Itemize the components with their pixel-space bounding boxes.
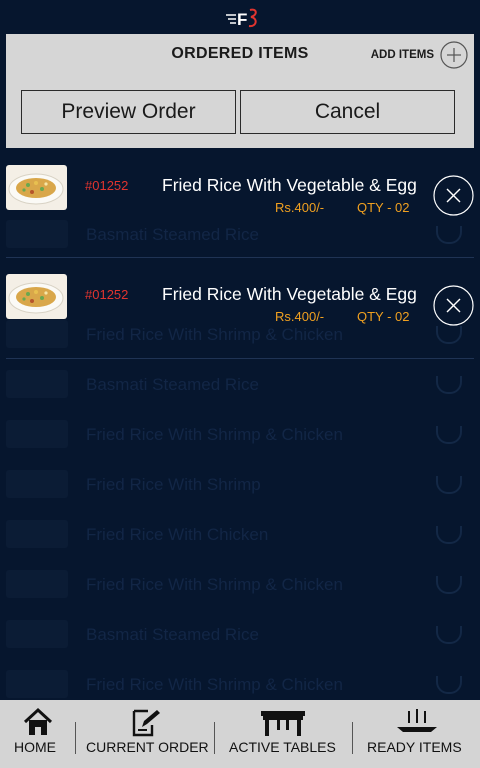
list-item-name: Basmati Steamed Rice bbox=[86, 625, 259, 644]
svg-text:F: F bbox=[237, 10, 247, 29]
ordered-item-row: #01252 Fried Rice With Vegetable & Egg R… bbox=[0, 160, 480, 260]
nav-ready-items-label: READY ITEMS bbox=[367, 739, 462, 755]
list-item-name: Fried Rice With Shrimp bbox=[86, 475, 261, 494]
nav-active-tables-label: ACTIVE TABLES bbox=[229, 739, 336, 755]
plus-circle-icon bbox=[440, 41, 468, 69]
app-logo: F bbox=[226, 8, 257, 29]
edit-order-icon bbox=[132, 709, 160, 737]
item-name: Fried Rice With Vegetable & Egg bbox=[162, 175, 417, 195]
list-item: Fried Rice With Shrimp & Chicken bbox=[0, 560, 480, 610]
dish-icon bbox=[436, 426, 462, 444]
nav-active-tables[interactable]: ACTIVE TABLES bbox=[215, 700, 352, 768]
item-quantity: QTY - 02 bbox=[357, 309, 410, 324]
food-thumbnail bbox=[6, 274, 67, 319]
item-code: #01252 bbox=[85, 178, 129, 193]
food-thumbnail bbox=[6, 165, 67, 210]
ordered-item-row: #01252 Fried Rice With Vegetable & Egg R… bbox=[0, 269, 480, 369]
list-item-name: Fried Rice With Shrimp & Chicken bbox=[86, 675, 343, 694]
item-name: Fried Rice With Vegetable & Egg bbox=[162, 284, 417, 304]
ordered-items-panel: ORDERED ITEMS ADD ITEMS Preview Order Ca… bbox=[6, 34, 474, 148]
remove-item-button[interactable] bbox=[433, 285, 474, 326]
list-item-name: Fried Rice With Shrimp & Chicken bbox=[86, 575, 343, 594]
list-item-name: Fried Rice With Shrimp & Chicken bbox=[86, 425, 343, 444]
dish-icon bbox=[436, 676, 462, 694]
dish-icon bbox=[436, 576, 462, 594]
remove-item-button[interactable] bbox=[433, 175, 474, 216]
preview-order-button[interactable]: Preview Order bbox=[21, 90, 236, 134]
item-quantity: QTY - 02 bbox=[357, 200, 410, 215]
dish-icon bbox=[436, 626, 462, 644]
divider bbox=[6, 358, 474, 359]
home-icon bbox=[23, 707, 53, 735]
divider bbox=[6, 257, 474, 258]
dish-icon bbox=[436, 476, 462, 494]
item-price: Rs.400/- bbox=[275, 200, 325, 215]
nav-ready-items[interactable]: READY ITEMS bbox=[353, 700, 480, 768]
cancel-button[interactable]: Cancel bbox=[240, 90, 455, 134]
add-items-button[interactable]: ADD ITEMS bbox=[371, 41, 468, 69]
list-item: Fried Rice With Shrimp bbox=[0, 460, 480, 510]
top-bar: F bbox=[0, 0, 480, 34]
list-item: Fried Rice With Chicken bbox=[0, 510, 480, 560]
dish-icon bbox=[436, 526, 462, 544]
list-item-name: Fried Rice With Chicken bbox=[86, 525, 269, 544]
list-item: Basmati Steamed Rice bbox=[0, 610, 480, 660]
dish-icon bbox=[436, 376, 462, 394]
item-code: #01252 bbox=[85, 287, 129, 302]
list-item: Fried Rice With Shrimp & Chicken bbox=[0, 410, 480, 460]
serving-dish-icon bbox=[397, 709, 437, 732]
item-price: Rs.400/- bbox=[275, 309, 325, 324]
nav-home-label: HOME bbox=[14, 739, 56, 755]
nav-current-order-label: CURRENT ORDER bbox=[86, 739, 209, 755]
table-icon bbox=[261, 711, 305, 736]
nav-home[interactable]: HOME bbox=[0, 700, 75, 768]
bottom-navigation: HOME CURRENT ORDER ACTIVE TABLES READY I bbox=[0, 700, 480, 768]
list-item-name: Basmati Steamed Rice bbox=[86, 375, 259, 394]
nav-current-order[interactable]: CURRENT ORDER bbox=[76, 700, 214, 768]
add-items-label: ADD ITEMS bbox=[370, 49, 434, 61]
